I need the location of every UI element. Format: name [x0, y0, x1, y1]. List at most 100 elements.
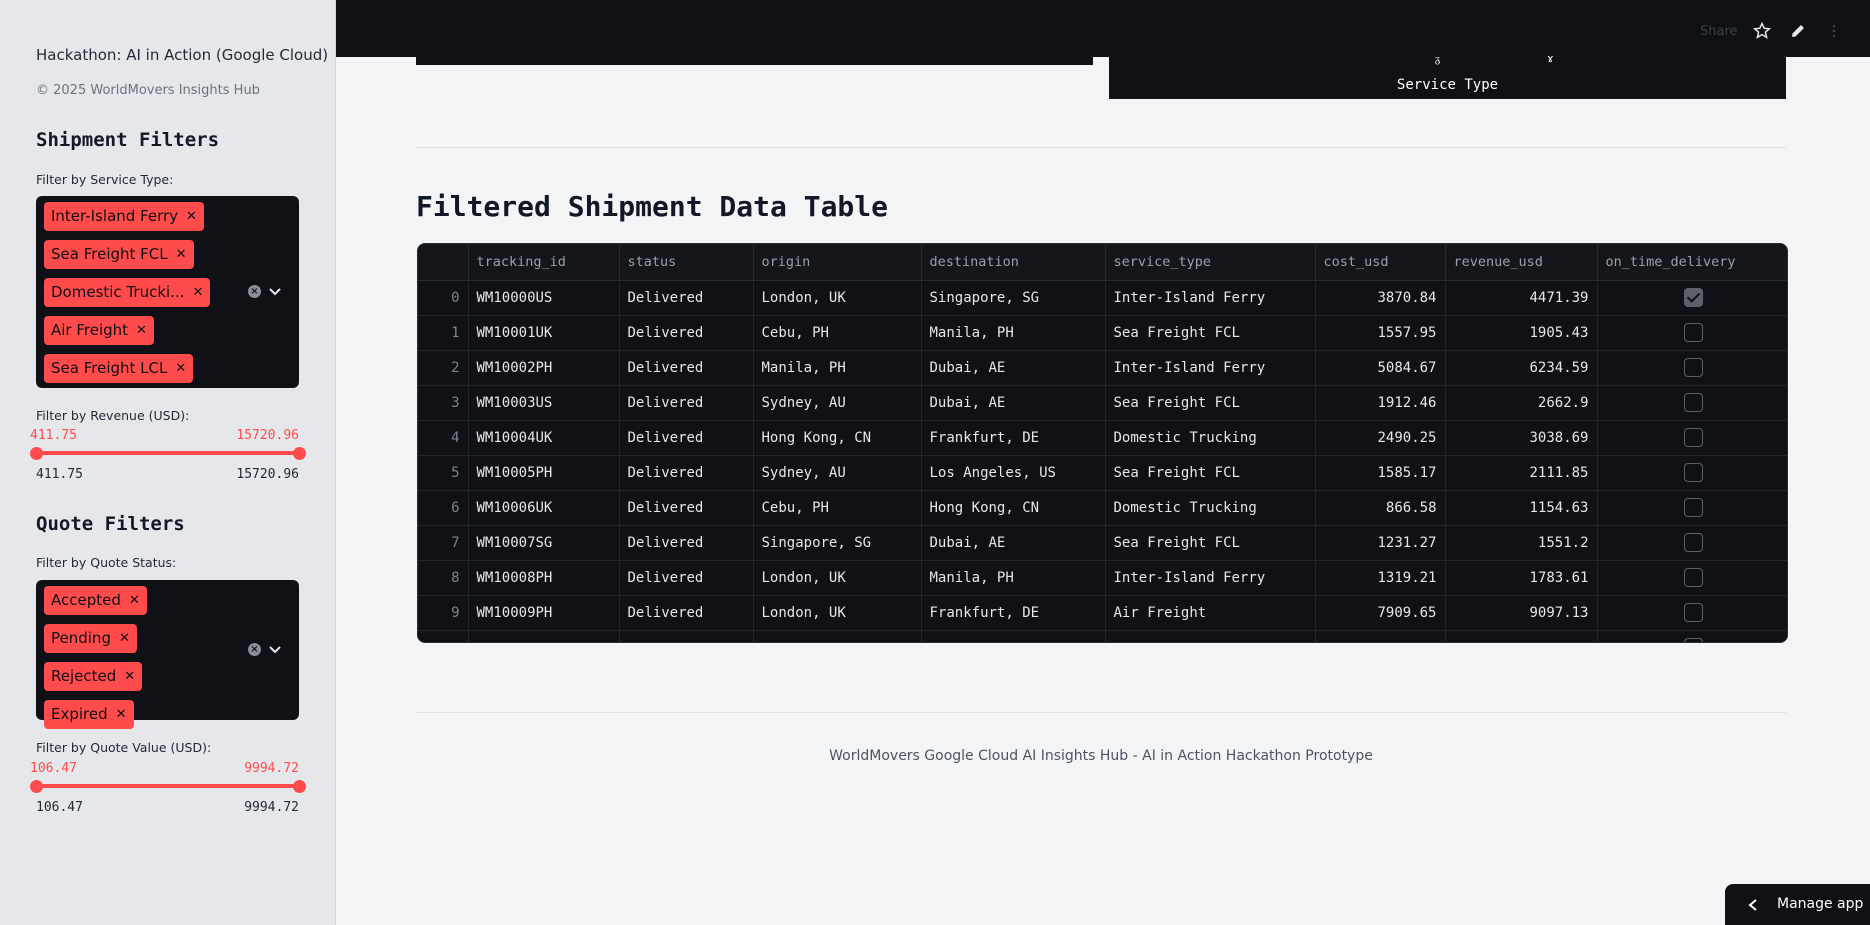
on-time-delivery-checkbox[interactable] — [1597, 595, 1787, 631]
cell-service-type[interactable]: Sea Freight FCL — [1105, 455, 1316, 491]
manage-app-button[interactable]: Manage app — [1725, 884, 1870, 925]
unchecked-checkbox-icon[interactable] — [1683, 393, 1703, 412]
cell-revenue-usd[interactable]: 1551.2 — [1445, 525, 1598, 561]
table-row[interactable]: 2 WM10002PH Delivered Manila, PH Dubai, AE In… — [418, 350, 1787, 386]
row-index-cell[interactable]: 7 — [418, 525, 469, 561]
cell-destination[interactable]: Frankfurt, DE — [921, 420, 1106, 456]
table-row[interactable]: 6 WM10006UK Delivered Cebu, PH Hong Kong, CN… — [418, 490, 1787, 526]
revenue-slider-track[interactable] — [36, 451, 299, 455]
unchecked-checkbox-icon[interactable] — [1683, 533, 1703, 552]
checked-checkbox-icon[interactable] — [1683, 288, 1703, 307]
cell-service-type[interactable]: Inter-Island Ferry — [1105, 560, 1316, 596]
clear-icon[interactable]: × — [248, 643, 261, 656]
remove-chip-icon[interactable]: ✕ — [175, 354, 186, 383]
table-row[interactable]: 5 WM10005PH Delivered Sydney, AU Los Angeles… — [418, 455, 1787, 491]
index-column-header[interactable] — [418, 244, 469, 281]
row-index-cell[interactable]: 6 — [418, 490, 469, 526]
cell-destination[interactable]: Hong Kong, CN — [921, 490, 1106, 526]
cell-tracking-id[interactable]: WM10009PH — [468, 595, 620, 631]
on-time-delivery-checkbox[interactable] — [1597, 350, 1787, 386]
filter-chip[interactable]: Sea Freight LCL ✕ — [44, 354, 194, 383]
cell-status[interactable]: Delivered — [619, 455, 754, 491]
row-index-cell[interactable]: 9 — [418, 595, 469, 631]
on-time-delivery-checkbox[interactable] — [1597, 560, 1787, 596]
cell-revenue-usd[interactable]: 9097.13 — [1445, 595, 1598, 631]
filter-chip[interactable]: Domestic Trucki... ✕ — [44, 278, 211, 307]
cell-cost-usd[interactable]: 1319.21 — [1315, 560, 1446, 596]
table-row[interactable]: 0 WM10000US Delivered London, UK Singapore, … — [418, 280, 1787, 316]
quote-slider-max-thumb[interactable] — [293, 780, 306, 793]
cell-tracking-id[interactable]: WM10008PH — [468, 560, 620, 596]
chevron-down-icon[interactable] — [268, 642, 282, 656]
cell-tracking-id[interactable]: WM10005PH — [468, 455, 620, 491]
cell-revenue-usd[interactable]: 6234.59 — [1445, 350, 1598, 386]
table-row[interactable]: 4 WM10004UK Delivered Hong Kong, CN Frankfur… — [418, 420, 1787, 456]
cell-service-type[interactable]: Inter-Island Ferry — [1105, 350, 1316, 386]
unchecked-checkbox-icon[interactable] — [1683, 568, 1703, 587]
cell-destination[interactable]: Dubai, AE — [921, 350, 1106, 386]
filter-chip[interactable]: Accepted ✕ — [44, 586, 147, 615]
cell-status[interactable]: Delivered — [619, 280, 754, 316]
cell-origin[interactable]: London, UK — [753, 280, 922, 316]
cell-tracking-id[interactable]: WM10000US — [468, 280, 620, 316]
cell-cost-usd[interactable]: 1912.46 — [1315, 385, 1446, 421]
remove-chip-icon[interactable]: ✕ — [192, 278, 203, 307]
row-index-cell[interactable]: 5 — [418, 455, 469, 491]
cell-service-type[interactable]: Sea Freight FCL — [1105, 315, 1316, 351]
row-index-cell[interactable]: 2 — [418, 350, 469, 386]
cell-service-type[interactable]: Sea Freight FCL — [1105, 385, 1316, 421]
remove-chip-icon[interactable]: ✕ — [176, 240, 187, 269]
cell-cost-usd[interactable]: 1231.27 — [1315, 525, 1446, 561]
filter-chip[interactable]: Sea Freight FCL ✕ — [44, 240, 194, 269]
cell-cost-usd[interactable]: 7909.65 — [1315, 595, 1446, 631]
column-header-revenue-usd[interactable]: revenue_usd — [1445, 244, 1598, 281]
filter-chip[interactable]: Air Freight ✕ — [44, 316, 154, 345]
cell-service-type[interactable]: Inter-Island Ferry — [1105, 280, 1316, 316]
revenue-slider-max-thumb[interactable] — [293, 447, 306, 460]
shipment-data-table[interactable]: tracking_id status origin destination servic… — [417, 243, 1788, 643]
on-time-delivery-checkbox[interactable] — [1597, 280, 1787, 316]
column-header-destination[interactable]: destination — [921, 244, 1106, 281]
cell-tracking-id[interactable]: WM10007SG — [468, 525, 620, 561]
unchecked-checkbox-icon[interactable] — [1683, 463, 1703, 482]
quote-slider-track[interactable] — [36, 784, 299, 788]
cell-cost-usd[interactable]: 5084.67 — [1315, 350, 1446, 386]
filter-chip[interactable]: Inter-Island Ferry ✕ — [44, 202, 204, 231]
on-time-delivery-checkbox[interactable] — [1597, 420, 1787, 456]
more-vertical-icon[interactable] — [1825, 22, 1843, 40]
cell-status[interactable]: Delivered — [619, 560, 754, 596]
cell-revenue-usd[interactable]: 2111.85 — [1445, 455, 1598, 491]
clear-icon[interactable]: × — [248, 285, 261, 298]
column-header-origin[interactable]: origin — [753, 244, 922, 281]
cell-service-type[interactable]: Sea Freight FCL — [1105, 525, 1316, 561]
quote-value-slider[interactable]: 106.47 9994.72 106.47 9994.72 — [30, 761, 306, 816]
cell-status[interactable]: Delivered — [619, 490, 754, 526]
row-index-cell[interactable]: 3 — [418, 385, 469, 421]
unchecked-checkbox-icon[interactable] — [1683, 428, 1703, 447]
cell-service-type[interactable]: Air Freight — [1105, 595, 1316, 631]
on-time-delivery-checkbox[interactable] — [1597, 385, 1787, 421]
cell-revenue-usd[interactable]: 1783.61 — [1445, 560, 1598, 596]
service-type-multiselect[interactable]: Inter-Island Ferry ✕ Sea Freight FCL ✕ Domes… — [36, 196, 299, 388]
cell-origin[interactable]: Hong Kong, CN — [753, 420, 922, 456]
cell-cost-usd[interactable]: 866.58 — [1315, 490, 1446, 526]
row-index-cell[interactable]: 4 — [418, 420, 469, 456]
cell-status[interactable]: Delivered — [619, 385, 754, 421]
cell-cost-usd[interactable]: 2490.25 — [1315, 420, 1446, 456]
cell-service-type[interactable]: Domestic Trucking — [1105, 420, 1316, 456]
cell-origin[interactable]: Singapore, SG — [753, 525, 922, 561]
remove-chip-icon[interactable]: ✕ — [124, 662, 135, 691]
filter-chip[interactable]: Pending ✕ — [44, 624, 137, 653]
cell-destination[interactable]: Manila, PH — [921, 560, 1106, 596]
cell-tracking-id[interactable]: WM10006UK — [468, 490, 620, 526]
remove-chip-icon[interactable]: ✕ — [136, 316, 147, 345]
cell-destination[interactable]: Dubai, AE — [921, 385, 1106, 421]
remove-chip-icon[interactable]: ✕ — [119, 624, 130, 653]
cell-status[interactable]: Delivered — [619, 420, 754, 456]
cell-cost-usd[interactable]: 1557.95 — [1315, 315, 1446, 351]
cell-origin[interactable]: Cebu, PH — [753, 315, 922, 351]
cell-origin[interactable]: London, UK — [753, 595, 922, 631]
revenue-slider[interactable]: 411.75 15720.96 411.75 15720.96 — [30, 428, 306, 483]
cell-destination[interactable]: Frankfurt, DE — [921, 595, 1106, 631]
cell-cost-usd[interactable]: 1585.17 — [1315, 455, 1446, 491]
